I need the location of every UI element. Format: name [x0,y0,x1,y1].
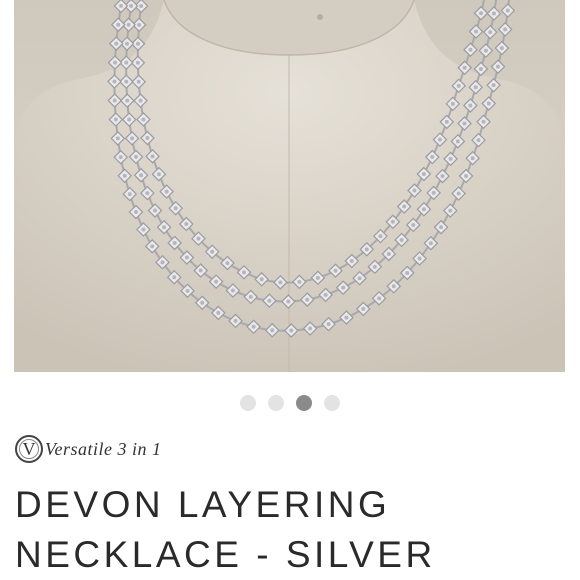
product-title: DEVON LAYERING NECKLACE - SILVER [15,480,570,580]
carousel-indicators [0,395,580,413]
carousel-dot-4[interactable] [324,395,340,411]
carousel-dot-2[interactable] [268,395,284,411]
carousel-dot-3[interactable] [296,395,312,411]
carousel-dot-1[interactable] [240,395,256,411]
versatile-v-icon: V [15,435,43,463]
badge-label: Versatile 3 in 1 [45,438,162,459]
product-title-line-2: NECKLACE - SILVER [15,534,436,575]
versatile-badge: V Versatile 3 in 1 [15,435,162,463]
product-image[interactable] [14,0,565,372]
necklace-photo [14,0,565,372]
product-title-line-1: DEVON LAYERING [15,484,391,525]
